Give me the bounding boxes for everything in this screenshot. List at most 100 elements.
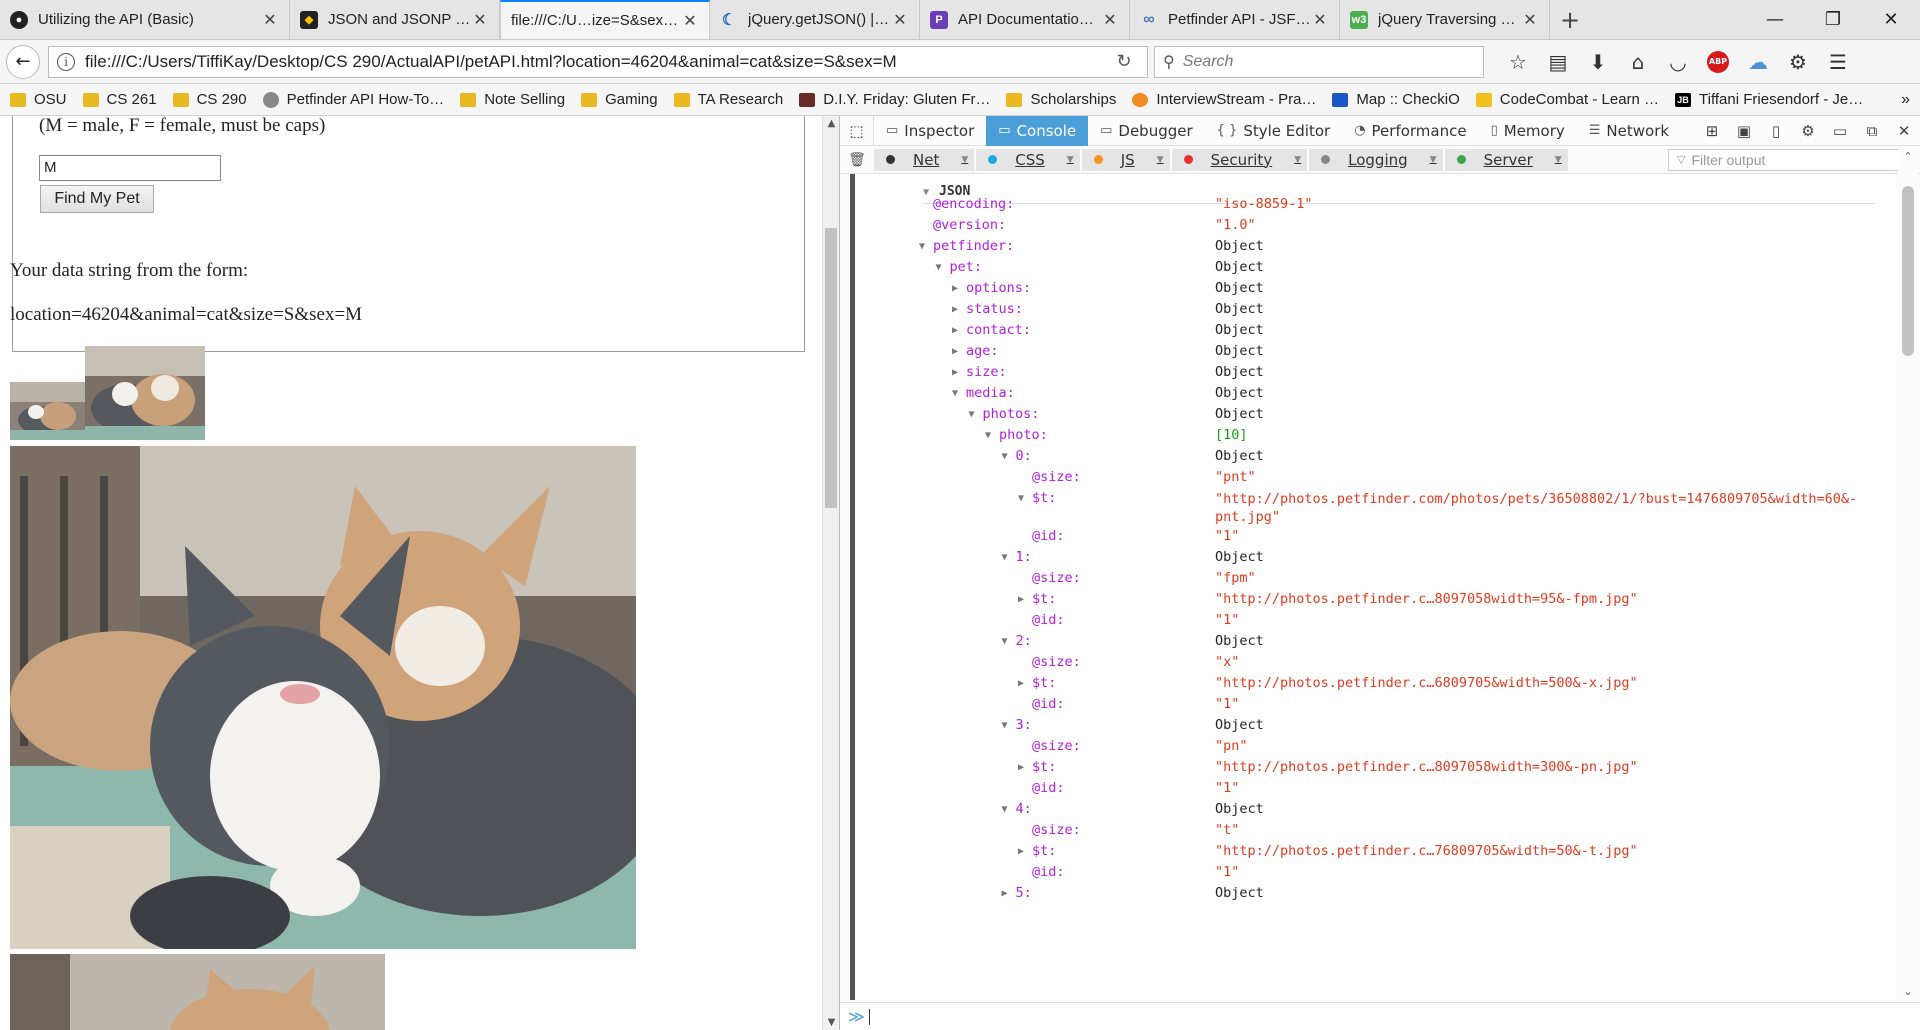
- collapse-toggle-icon[interactable]: ▼: [985, 430, 991, 441]
- url-bar[interactable]: i file:///C:/Users/TiffiKay/Desktop/CS 2…: [48, 45, 1148, 78]
- json-tree-row[interactable]: ▼ 1: Object: [855, 549, 1895, 571]
- bookmark-item[interactable]: InterviewStream - Pra…: [1132, 91, 1316, 108]
- expand-toggle-icon[interactable]: ▶: [952, 304, 958, 315]
- json-tree-row[interactable]: ▶ age: Object: [855, 343, 1895, 365]
- element-picker-icon[interactable]: ⬚: [840, 115, 874, 146]
- dropdown-arrow-icon[interactable]: ▼: [1157, 155, 1164, 165]
- json-tree-row[interactable]: ▼ photos: Object: [855, 406, 1895, 428]
- browser-tab[interactable]: ● Utilizing the API (Basic) ✕: [0, 0, 290, 39]
- devtools-tab-memory[interactable]: ▯ Memory: [1479, 116, 1577, 146]
- close-tab-icon[interactable]: ✕: [1101, 10, 1119, 30]
- filter-js-button[interactable]: JS ▼: [1081, 148, 1170, 171]
- filter-net-button[interactable]: Net ▼: [874, 148, 975, 171]
- expand-toggle-icon[interactable]: ▶: [952, 325, 958, 336]
- json-tree-row[interactable]: ▼ 3: Object: [855, 717, 1895, 739]
- browser-tab[interactable]: P API Documentation -… ✕: [920, 0, 1130, 39]
- filter-output-input[interactable]: ▽ Filter output: [1668, 148, 1914, 171]
- responsive-icon[interactable]: ▣: [1728, 116, 1760, 146]
- expand-toggle-icon[interactable]: ▶: [1018, 594, 1024, 605]
- browser-tab-active[interactable]: file:///C:/U…ize=S&sex=M ✕: [500, 0, 710, 39]
- browser-tab[interactable]: ☾ jQuery.getJSON() | j… ✕: [710, 0, 920, 39]
- close-tab-icon[interactable]: ✕: [1521, 10, 1539, 30]
- devtools-tab-performance[interactable]: ◔ Performance: [1342, 116, 1478, 146]
- collapse-toggle-icon[interactable]: ▼: [1018, 493, 1024, 504]
- new-tab-button[interactable]: +: [1550, 0, 1590, 39]
- json-tree-row[interactable]: @size: "pnt": [855, 469, 1895, 491]
- json-tree-row[interactable]: ▼ 0: Object: [855, 448, 1895, 470]
- bookmark-item[interactable]: Petfinder API How-To…: [262, 91, 444, 108]
- bookmark-item[interactable]: Gaming: [581, 91, 658, 108]
- filter-server-button[interactable]: Server ▼: [1444, 148, 1568, 171]
- json-tree-row[interactable]: ▼ 4: Object: [855, 801, 1895, 823]
- console-scrollbar[interactable]: ⌃ ⌄: [1898, 146, 1918, 1002]
- filter-security-button[interactable]: Security ▼: [1171, 148, 1308, 171]
- scroll-down-icon[interactable]: ▼: [823, 1017, 840, 1028]
- json-tree-row[interactable]: @size: "x": [855, 654, 1895, 676]
- dropdown-arrow-icon[interactable]: ▼: [1294, 155, 1301, 165]
- json-tree-row[interactable]: ▼ media: Object: [855, 385, 1895, 407]
- expand-toggle-icon[interactable]: ▶: [1002, 888, 1008, 899]
- json-tree-row[interactable]: ▶ contact: Object: [855, 322, 1895, 344]
- browser-tab[interactable]: w3 jQuery Traversing M… ✕: [1340, 0, 1550, 39]
- devtools-tab-console[interactable]: ▭ Console: [986, 115, 1089, 146]
- expand-toggle-icon[interactable]: ▶: [952, 283, 958, 294]
- more-bookmarks-icon[interactable]: »: [1901, 91, 1910, 109]
- menu-icon[interactable]: ☰: [1818, 46, 1858, 78]
- json-tree-row[interactable]: ▶ 5: Object: [855, 885, 1895, 907]
- sex-input[interactable]: M: [39, 155, 221, 181]
- close-tab-icon[interactable]: ✕: [471, 10, 489, 30]
- close-tab-icon[interactable]: ✕: [891, 10, 909, 30]
- json-tree-row[interactable]: ▶ options: Object: [855, 280, 1895, 302]
- json-tree-row[interactable]: @id: "1": [855, 612, 1895, 634]
- page-scrollbar[interactable]: ▲ ▼: [822, 116, 839, 1030]
- devtools-tab-style-editor[interactable]: { } Style Editor: [1205, 116, 1343, 146]
- json-tree-row[interactable]: ▼ photo: [10]: [855, 427, 1895, 449]
- restore-icon[interactable]: ❐: [1804, 0, 1862, 39]
- json-tree-row[interactable]: @id: "1": [855, 780, 1895, 802]
- bookmark-item[interactable]: CS 261: [82, 91, 157, 108]
- filter-css-button[interactable]: CSS ▼: [976, 148, 1080, 171]
- bookmark-item[interactable]: CodeCombat - Learn …: [1475, 91, 1659, 108]
- json-tree-row[interactable]: @version: "1.0": [855, 217, 1895, 239]
- expand-toggle-icon[interactable]: ▶: [1018, 846, 1024, 857]
- json-tree-row[interactable]: ▶ $t: "http://photos.petfinder.c…76809705&…: [855, 843, 1895, 865]
- collapse-toggle-icon[interactable]: ▼: [952, 388, 958, 399]
- scrollbar-thumb[interactable]: [1902, 186, 1914, 356]
- json-tree-row[interactable]: ▼ 2: Object: [855, 633, 1895, 655]
- bookmark-item[interactable]: Note Selling: [460, 91, 565, 108]
- json-tree-row[interactable]: @encoding: "iso-8859-1": [855, 196, 1895, 218]
- close-devtools-icon[interactable]: ✕: [1888, 116, 1920, 146]
- adblock-button[interactable]: ABP: [1698, 46, 1738, 78]
- url-text[interactable]: file:///C:/Users/TiffiKay/Desktop/CS 290…: [85, 52, 1109, 72]
- bookmark-item[interactable]: TA Research: [673, 91, 783, 108]
- browser-tab[interactable]: ∞ Petfinder API - JSFid… ✕: [1130, 0, 1340, 39]
- dock-icon[interactable]: ▭: [1824, 116, 1856, 146]
- json-tree-row[interactable]: ▶ $t: "http://photos.petfinder.c…6809705&w…: [855, 675, 1895, 697]
- bookmark-star-icon[interactable]: ☆: [1498, 46, 1538, 78]
- json-tree-row[interactable]: @size: "pn": [855, 738, 1895, 760]
- json-tree-row[interactable]: @id: "1": [855, 696, 1895, 718]
- close-tab-icon[interactable]: ✕: [261, 10, 279, 30]
- info-icon[interactable]: i: [57, 52, 75, 71]
- close-window-icon[interactable]: ✕: [1862, 0, 1920, 39]
- reading-list-icon[interactable]: ▤: [1538, 46, 1578, 78]
- device-icon[interactable]: ▯: [1760, 116, 1792, 146]
- collapse-toggle-icon[interactable]: ▼: [1002, 636, 1008, 647]
- collapse-toggle-icon[interactable]: ▼: [936, 262, 942, 273]
- dropdown-arrow-icon[interactable]: ▼: [1555, 155, 1562, 165]
- scroll-up-icon[interactable]: ⌃: [1898, 150, 1918, 163]
- json-tree-row[interactable]: @id: "1": [855, 528, 1895, 550]
- bookmark-item[interactable]: JB Tiffani Friesendorf - Je…: [1675, 91, 1863, 108]
- find-my-pet-button[interactable]: Find My Pet: [40, 185, 154, 213]
- bookmark-item[interactable]: Map :: CheckiO: [1332, 91, 1460, 108]
- devtools-tab-inspector[interactable]: ▭ Inspector: [874, 116, 986, 146]
- expand-toggle-icon[interactable]: ▶: [952, 346, 958, 357]
- json-tree-row[interactable]: ▶ $t: "http://photos.petfinder.c…8097058wi…: [855, 759, 1895, 781]
- collapse-toggle-icon[interactable]: ▼: [1002, 804, 1008, 815]
- back-button[interactable]: ←: [6, 44, 40, 79]
- separate-window-icon[interactable]: ⧉: [1856, 116, 1888, 146]
- json-tree-row[interactable]: ▼ $t: "http://photos.petfinder.com/photos/…: [855, 490, 1895, 525]
- dropdown-arrow-icon[interactable]: ▼: [961, 155, 968, 165]
- json-tree-row[interactable]: @size: "fpm": [855, 570, 1895, 592]
- frame-picker-icon[interactable]: ⊞: [1696, 116, 1728, 146]
